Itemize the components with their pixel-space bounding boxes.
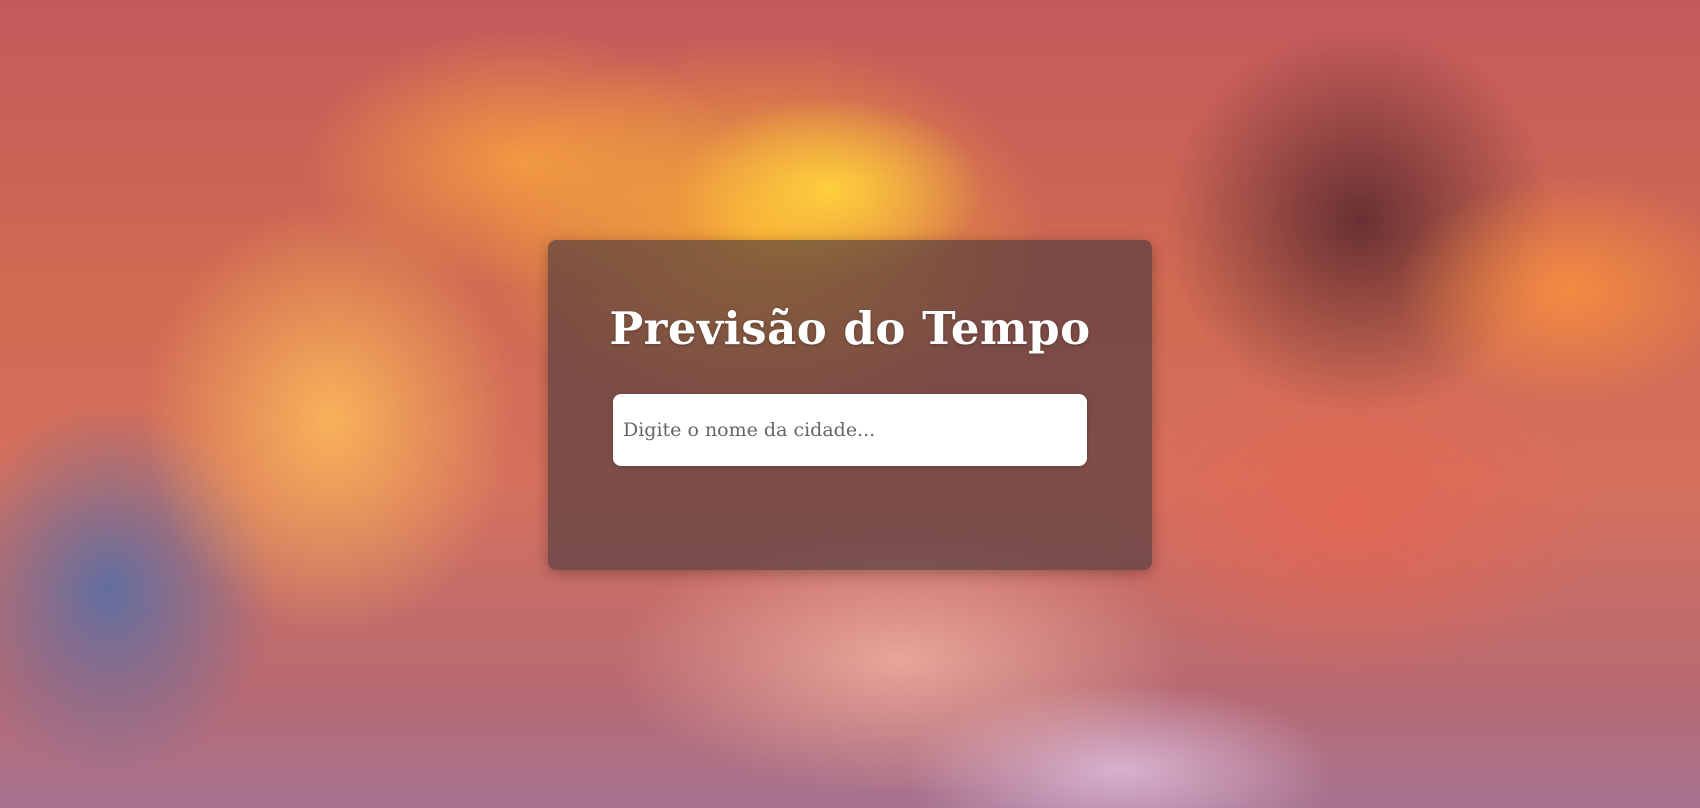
- weather-search-card: Previsão do Tempo: [548, 240, 1152, 570]
- page-title: Previsão do Tempo: [609, 302, 1091, 355]
- city-search-input[interactable]: [613, 393, 1087, 466]
